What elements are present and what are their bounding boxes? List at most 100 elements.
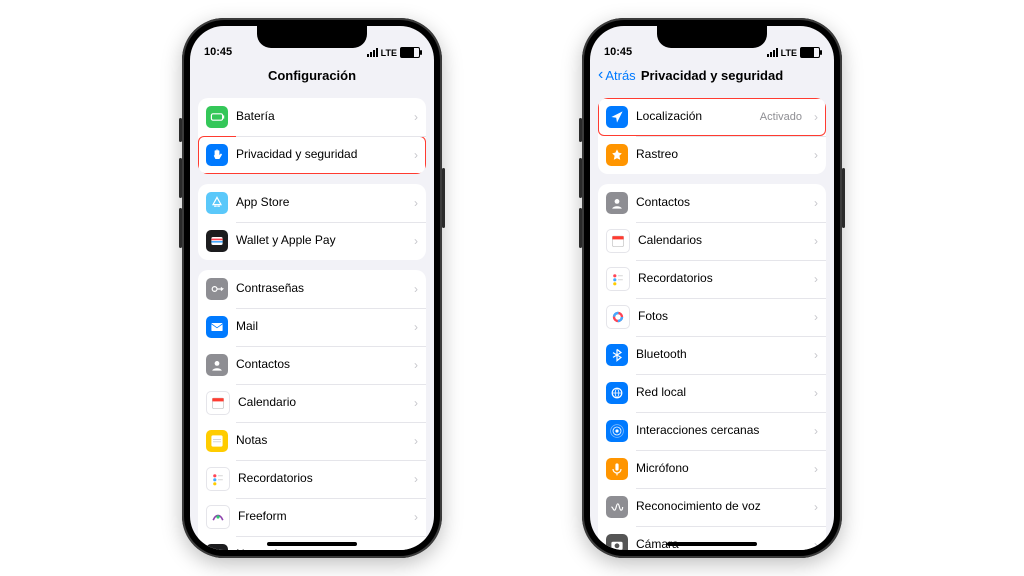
chevron-right-icon: › bbox=[414, 110, 418, 124]
row-label: App Store bbox=[236, 196, 402, 210]
chevron-left-icon: ‹ bbox=[598, 67, 603, 83]
signal-icon bbox=[767, 48, 778, 57]
settings-row-camera[interactable]: Cámara› bbox=[598, 526, 826, 550]
chevron-right-icon: › bbox=[814, 500, 818, 514]
row-label: Calendario bbox=[238, 396, 402, 410]
settings-row-calendar[interactable]: Calendario› bbox=[198, 384, 426, 422]
voicememo-icon bbox=[206, 544, 228, 550]
settings-row-speech[interactable]: Reconocimiento de voz› bbox=[598, 488, 826, 526]
chevron-right-icon: › bbox=[814, 196, 818, 210]
status-time: 10:45 bbox=[204, 46, 232, 58]
chevron-right-icon: › bbox=[414, 548, 418, 550]
battery-icon bbox=[206, 106, 228, 128]
chevron-right-icon: › bbox=[414, 510, 418, 524]
page-title: Configuración bbox=[268, 68, 356, 83]
phone-mock-privacy: 10:45 LTE ‹ Atrás Privacidad y seguridad… bbox=[582, 18, 842, 558]
row-label: Contactos bbox=[236, 358, 402, 372]
settings-row-freeform[interactable]: Freeform › bbox=[198, 498, 426, 536]
key-icon bbox=[206, 278, 228, 300]
chevron-right-icon: › bbox=[814, 424, 818, 438]
navbar: ‹ Atrás Privacidad y seguridad bbox=[590, 60, 834, 90]
mic-icon bbox=[606, 458, 628, 480]
hand-icon bbox=[206, 144, 228, 166]
chevron-right-icon: › bbox=[814, 462, 818, 476]
settings-row-bluetooth[interactable]: Bluetooth › bbox=[598, 336, 826, 374]
settings-row-mail[interactable]: Mail › bbox=[198, 308, 426, 346]
row-label: Interacciones cercanas bbox=[636, 424, 802, 438]
settings-row-wallet[interactable]: Wallet y Apple Pay › bbox=[198, 222, 426, 260]
settings-row-key[interactable]: Contraseñas› bbox=[198, 270, 426, 308]
row-label: Red local bbox=[636, 386, 802, 400]
chevron-right-icon: › bbox=[814, 310, 818, 324]
settings-row-calendar[interactable]: Calendarios› bbox=[598, 222, 826, 260]
camera-icon bbox=[606, 534, 628, 550]
row-label: Wallet y Apple Pay bbox=[236, 234, 402, 248]
network-icon bbox=[606, 382, 628, 404]
row-label: Bluetooth bbox=[636, 348, 802, 362]
settings-row-contacts[interactable]: Contactos› bbox=[598, 184, 826, 222]
settings-row-tracking[interactable]: Rastreo› bbox=[598, 136, 826, 174]
chevron-right-icon: › bbox=[414, 148, 418, 162]
location-icon bbox=[606, 106, 628, 128]
row-label: Localización bbox=[636, 110, 752, 124]
chevron-right-icon: › bbox=[414, 282, 418, 296]
chevron-right-icon: › bbox=[414, 320, 418, 334]
reminders-icon bbox=[606, 267, 630, 291]
settings-row-contacts[interactable]: Contactos › bbox=[198, 346, 426, 384]
chevron-right-icon: › bbox=[814, 386, 818, 400]
settings-row-nearby[interactable]: Interacciones cercanas › bbox=[598, 412, 826, 450]
settings-row-notes[interactable]: Notas› bbox=[198, 422, 426, 460]
settings-row-location[interactable]: LocalizaciónActivado› bbox=[598, 98, 826, 136]
settings-row-hand[interactable]: Privacidad y seguridad › bbox=[198, 136, 426, 174]
chevron-right-icon: › bbox=[814, 110, 818, 124]
row-label: Privacidad y seguridad bbox=[236, 148, 402, 162]
settings-row-appstore[interactable]: App Store › bbox=[198, 184, 426, 222]
photos-icon bbox=[606, 305, 630, 329]
home-indicator[interactable] bbox=[667, 542, 757, 546]
settings-row-reminders[interactable]: Recordatorios › bbox=[598, 260, 826, 298]
chevron-right-icon: › bbox=[414, 196, 418, 210]
chevron-right-icon: › bbox=[414, 472, 418, 486]
contacts-icon bbox=[606, 192, 628, 214]
tracking-icon bbox=[606, 144, 628, 166]
notch bbox=[657, 26, 767, 48]
row-label: Freeform bbox=[238, 510, 402, 524]
navbar: Configuración bbox=[190, 60, 434, 90]
row-label: Mail bbox=[236, 320, 402, 334]
calendar-icon bbox=[206, 391, 230, 415]
settings-group: App Store › Wallet y Apple Pay › bbox=[198, 184, 426, 260]
row-label: Calendarios bbox=[638, 234, 802, 248]
signal-icon bbox=[367, 48, 378, 57]
freeform-icon bbox=[206, 505, 230, 529]
bluetooth-icon bbox=[606, 344, 628, 366]
settings-row-photos[interactable]: Fotos› bbox=[598, 298, 826, 336]
chevron-right-icon: › bbox=[414, 234, 418, 248]
back-label: Atrás bbox=[605, 68, 635, 83]
settings-group: LocalizaciónActivado›Rastreo› bbox=[598, 98, 826, 174]
home-indicator[interactable] bbox=[267, 542, 357, 546]
chevron-right-icon: › bbox=[814, 272, 818, 286]
row-label: Micrófono bbox=[636, 462, 802, 476]
chevron-right-icon: › bbox=[814, 538, 818, 550]
speech-icon bbox=[606, 496, 628, 518]
carrier-label: LTE bbox=[381, 48, 397, 58]
settings-row-mic[interactable]: Micrófono › bbox=[598, 450, 826, 488]
chevron-right-icon: › bbox=[814, 148, 818, 162]
chevron-right-icon: › bbox=[414, 358, 418, 372]
chevron-right-icon: › bbox=[814, 348, 818, 362]
chevron-right-icon: › bbox=[414, 434, 418, 448]
settings-row-network[interactable]: Red local › bbox=[598, 374, 826, 412]
appstore-icon bbox=[206, 192, 228, 214]
settings-group: Contactos›Calendarios›Recordatorios›Foto… bbox=[598, 184, 826, 550]
row-label: Recordatorios bbox=[638, 272, 802, 286]
settings-row-battery[interactable]: Batería › bbox=[198, 98, 426, 136]
back-button[interactable]: ‹ Atrás bbox=[598, 67, 636, 83]
notes-icon bbox=[206, 430, 228, 452]
battery-icon bbox=[800, 47, 820, 58]
calendar-icon bbox=[606, 229, 630, 253]
settings-row-reminders[interactable]: Recordatorios› bbox=[198, 460, 426, 498]
row-label: Batería bbox=[236, 110, 402, 124]
phone-mock-settings: 10:45 LTE Configuración Batería›Privacid… bbox=[182, 18, 442, 558]
contacts-icon bbox=[206, 354, 228, 376]
status-time: 10:45 bbox=[604, 46, 632, 58]
